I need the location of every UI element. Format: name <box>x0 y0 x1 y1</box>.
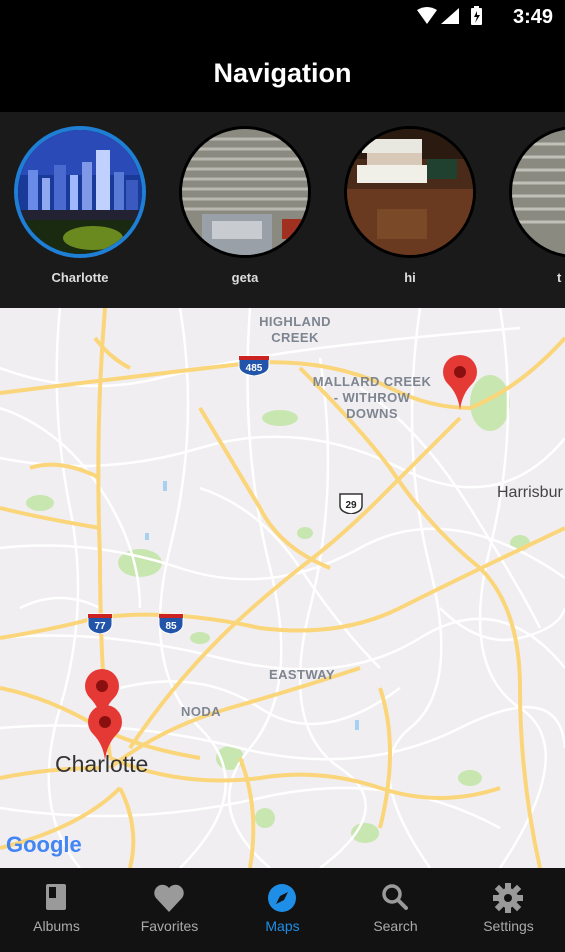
status-icons <box>415 6 495 33</box>
gear-icon <box>493 883 523 913</box>
nav-label: Albums <box>33 918 80 934</box>
map-label-eastway: EASTWAY <box>269 667 335 682</box>
shield-label: 29 <box>345 500 357 511</box>
album-thumbnail[interactable] <box>179 126 311 258</box>
album-strip[interactable]: Charlotte geta hi t <box>0 112 565 308</box>
album-thumbnail[interactable] <box>14 126 146 258</box>
battery-icon <box>471 6 482 25</box>
page-title: Navigation <box>213 58 352 88</box>
app-bar: Navigation <box>0 34 565 112</box>
album-label: geta <box>231 270 259 285</box>
bottom-navigation: Albums Favorites Maps Search Settings <box>0 868 565 952</box>
heart-icon <box>154 884 184 912</box>
shield-label: 77 <box>94 621 106 632</box>
map-label-harrisburg: Harrisbur <box>497 484 563 501</box>
us-29-shield: 29 <box>339 493 363 514</box>
album-item-charlotte[interactable]: Charlotte <box>10 126 150 285</box>
album-item-geta[interactable]: geta <box>175 126 315 285</box>
nav-item-favorites[interactable]: Favorites <box>113 868 226 952</box>
map-marker-pin[interactable] <box>442 354 478 410</box>
nav-item-albums[interactable]: Albums <box>0 868 113 952</box>
nav-label: Favorites <box>140 918 199 934</box>
album-label: Charlotte <box>51 270 109 285</box>
nav-item-maps[interactable]: Maps <box>226 868 339 952</box>
compass-icon <box>268 884 296 912</box>
shield-label: 485 <box>246 363 263 374</box>
nav-item-settings[interactable]: Settings <box>452 868 565 952</box>
google-logo: Google <box>6 832 82 858</box>
nav-label: Maps <box>265 918 300 934</box>
status-time: 3:49 <box>512 6 553 28</box>
map-roads <box>0 308 565 868</box>
map-marker-pin[interactable] <box>87 704 123 760</box>
album-label: hi <box>404 270 416 285</box>
album-label: t <box>557 270 562 285</box>
map-label-noda: NODA <box>181 704 221 719</box>
nav-item-search[interactable]: Search <box>339 868 452 952</box>
signal-icon <box>441 8 459 24</box>
nav-label: Search <box>373 918 418 934</box>
map-view[interactable]: 485 29 77 85 HIGHLAND CREEK MALLARD CREE… <box>0 308 565 868</box>
interstate-77-shield: 77 <box>87 613 113 634</box>
album-item-t[interactable]: t <box>505 126 565 285</box>
interstate-485-shield: 485 <box>238 355 270 376</box>
album-item-hi[interactable]: hi <box>340 126 480 285</box>
album-thumbnail[interactable] <box>509 126 565 258</box>
google-attribution: Google <box>6 832 82 857</box>
album-icon <box>46 884 66 910</box>
wifi-icon <box>417 7 437 24</box>
interstate-85-shield: 85 <box>158 613 184 634</box>
map-label-highland-creek: HIGHLAND CREEK <box>259 314 331 345</box>
search-icon <box>382 884 408 910</box>
shield-label: 85 <box>165 621 177 632</box>
map-label-mallard-creek: MALLARD CREEK - WITHROW DOWNS <box>312 374 432 421</box>
status-bar: 3:49 <box>0 0 565 34</box>
nav-label: Settings <box>483 918 534 934</box>
album-thumbnail[interactable] <box>344 126 476 258</box>
